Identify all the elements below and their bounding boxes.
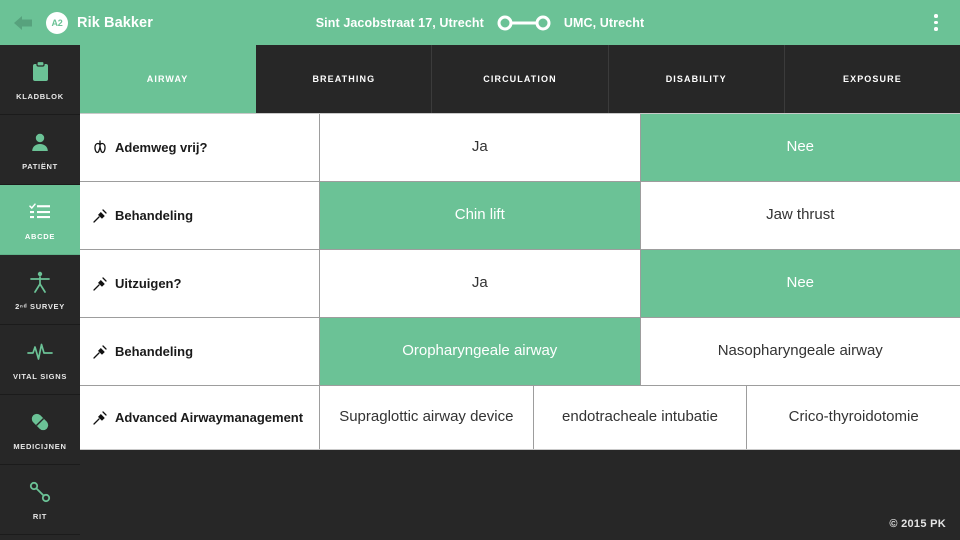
- avatar: A2: [46, 11, 68, 34]
- body-icon: [29, 269, 51, 295]
- row-options: Chin lift Jaw thrust: [320, 182, 960, 249]
- checklist-icon: [29, 199, 51, 225]
- sidebar-label: MEDICIJNEN: [13, 441, 67, 451]
- option-supraglottic-airway-device[interactable]: Supraglottic airway device: [320, 386, 534, 449]
- tab-disability[interactable]: DISABILITY: [609, 45, 785, 113]
- route-connector-icon: [496, 15, 552, 31]
- table-row: Advanced Airwaymanagement Supraglottic a…: [80, 386, 960, 450]
- app-header: A2 Rik Bakker Sint Jacobstraat 17, Utrec…: [0, 0, 960, 45]
- airway-form: Ademweg vrij? Ja Nee Behandeling Chin li…: [80, 113, 960, 450]
- sidebar-item-rit[interactable]: RIT: [0, 465, 80, 535]
- row-label-text: Ademweg vrij?: [115, 140, 208, 155]
- row-label: Uitzuigen?: [80, 250, 320, 317]
- patient-name: Rik Bakker: [77, 14, 153, 31]
- table-row: Behandeling Oropharyngeale airway Nasoph…: [80, 318, 960, 386]
- sidebar-label: PATIËNT: [22, 161, 58, 171]
- row-options: Ja Nee: [320, 114, 960, 181]
- lungs-icon: [93, 140, 107, 155]
- syringe-icon: [93, 410, 107, 425]
- option-oropharyngeale-airway[interactable]: Oropharyngeale airway: [320, 318, 641, 385]
- option-ja[interactable]: Ja: [320, 114, 641, 181]
- sidebar-item-vital-signs[interactable]: VITAL SIGNS: [0, 325, 80, 395]
- sidebar-item-patient[interactable]: PATIËNT: [0, 115, 80, 185]
- option-nee[interactable]: Nee: [640, 114, 960, 181]
- row-options: Oropharyngeale airway Nasopharyngeale ai…: [320, 318, 960, 385]
- person-icon: [30, 129, 50, 155]
- table-row: Behandeling Chin lift Jaw thrust: [80, 182, 960, 250]
- row-label: Advanced Airwaymanagement: [80, 386, 320, 449]
- syringe-icon: [93, 276, 107, 291]
- option-nasopharyngeale-airway[interactable]: Nasopharyngeale airway: [641, 318, 960, 385]
- tab-breathing[interactable]: BREATHING: [256, 45, 433, 113]
- heartbeat-icon: [27, 339, 53, 365]
- overflow-menu-icon[interactable]: [912, 0, 960, 45]
- option-ja[interactable]: Ja: [320, 250, 641, 317]
- table-row: Uitzuigen? Ja Nee: [80, 250, 960, 318]
- row-label-text: Advanced Airwaymanagement: [115, 410, 304, 425]
- clipboard-icon: [32, 59, 49, 85]
- sidebar-item-kladblok[interactable]: KLADBLOK: [0, 45, 80, 115]
- copyright-notice: © 2015 PK: [889, 518, 946, 530]
- sidebar-label: RIT: [32, 511, 48, 521]
- option-nee[interactable]: Nee: [640, 250, 960, 317]
- back-arrow-icon[interactable]: [0, 0, 46, 45]
- route-icon: [29, 479, 51, 505]
- option-crico-thyroidotomie[interactable]: Crico-thyroidotomie: [747, 386, 960, 449]
- option-endotracheale-intubatie[interactable]: endotracheale intubatie: [534, 386, 748, 449]
- row-label-text: Behandeling: [115, 208, 194, 223]
- abcde-screen: A2 Rik Bakker Sint Jacobstraat 17, Utrec…: [0, 0, 960, 540]
- syringe-icon: [93, 344, 107, 359]
- syringe-icon: [93, 208, 107, 223]
- table-row: Ademweg vrij? Ja Nee: [80, 114, 960, 182]
- abcde-tabbar: AIRWAY BREATHING CIRCULATION DISABILITY …: [80, 45, 960, 113]
- option-jaw-thrust[interactable]: Jaw thrust: [641, 182, 960, 249]
- sidebar-item-medicijnen[interactable]: MEDICIJNEN: [0, 395, 80, 465]
- sidebar-label: VITAL SIGNS: [12, 371, 68, 381]
- route-origin: Sint Jacobstraat 17, Utrecht: [315, 15, 484, 30]
- row-options: Supraglottic airway device endotracheale…: [320, 386, 960, 449]
- option-chin-lift[interactable]: Chin lift: [320, 182, 641, 249]
- sidebar-label: 2ⁿᵈ SURVEY: [15, 301, 65, 311]
- tab-circulation[interactable]: CIRCULATION: [432, 45, 609, 113]
- row-label: Behandeling: [80, 182, 320, 249]
- pill-icon: [29, 409, 51, 435]
- row-label: Behandeling: [80, 318, 320, 385]
- sidebar-label: KLADBLOK: [16, 91, 64, 101]
- row-options: Ja Nee: [320, 250, 960, 317]
- sidebar-label: ABCDE: [24, 231, 56, 241]
- row-label: Ademweg vrij?: [80, 114, 320, 181]
- sidebar-item-mist[interactable]: MIST: [0, 535, 80, 540]
- row-label-text: Behandeling: [115, 344, 194, 359]
- route-destination: UMC, Utrecht: [563, 15, 645, 30]
- sidebar-item-abcde[interactable]: ABCDE: [0, 185, 80, 255]
- tab-airway[interactable]: AIRWAY: [80, 45, 257, 113]
- sidebar-item-2nd-survey[interactable]: 2ⁿᵈ SURVEY: [0, 255, 80, 325]
- row-label-text: Uitzuigen?: [115, 276, 182, 291]
- sidebar: KLADBLOK PATIËNT ABCDE 2ⁿᵈ SURVEY VITAL …: [0, 45, 80, 540]
- tab-exposure[interactable]: EXPOSURE: [785, 45, 960, 113]
